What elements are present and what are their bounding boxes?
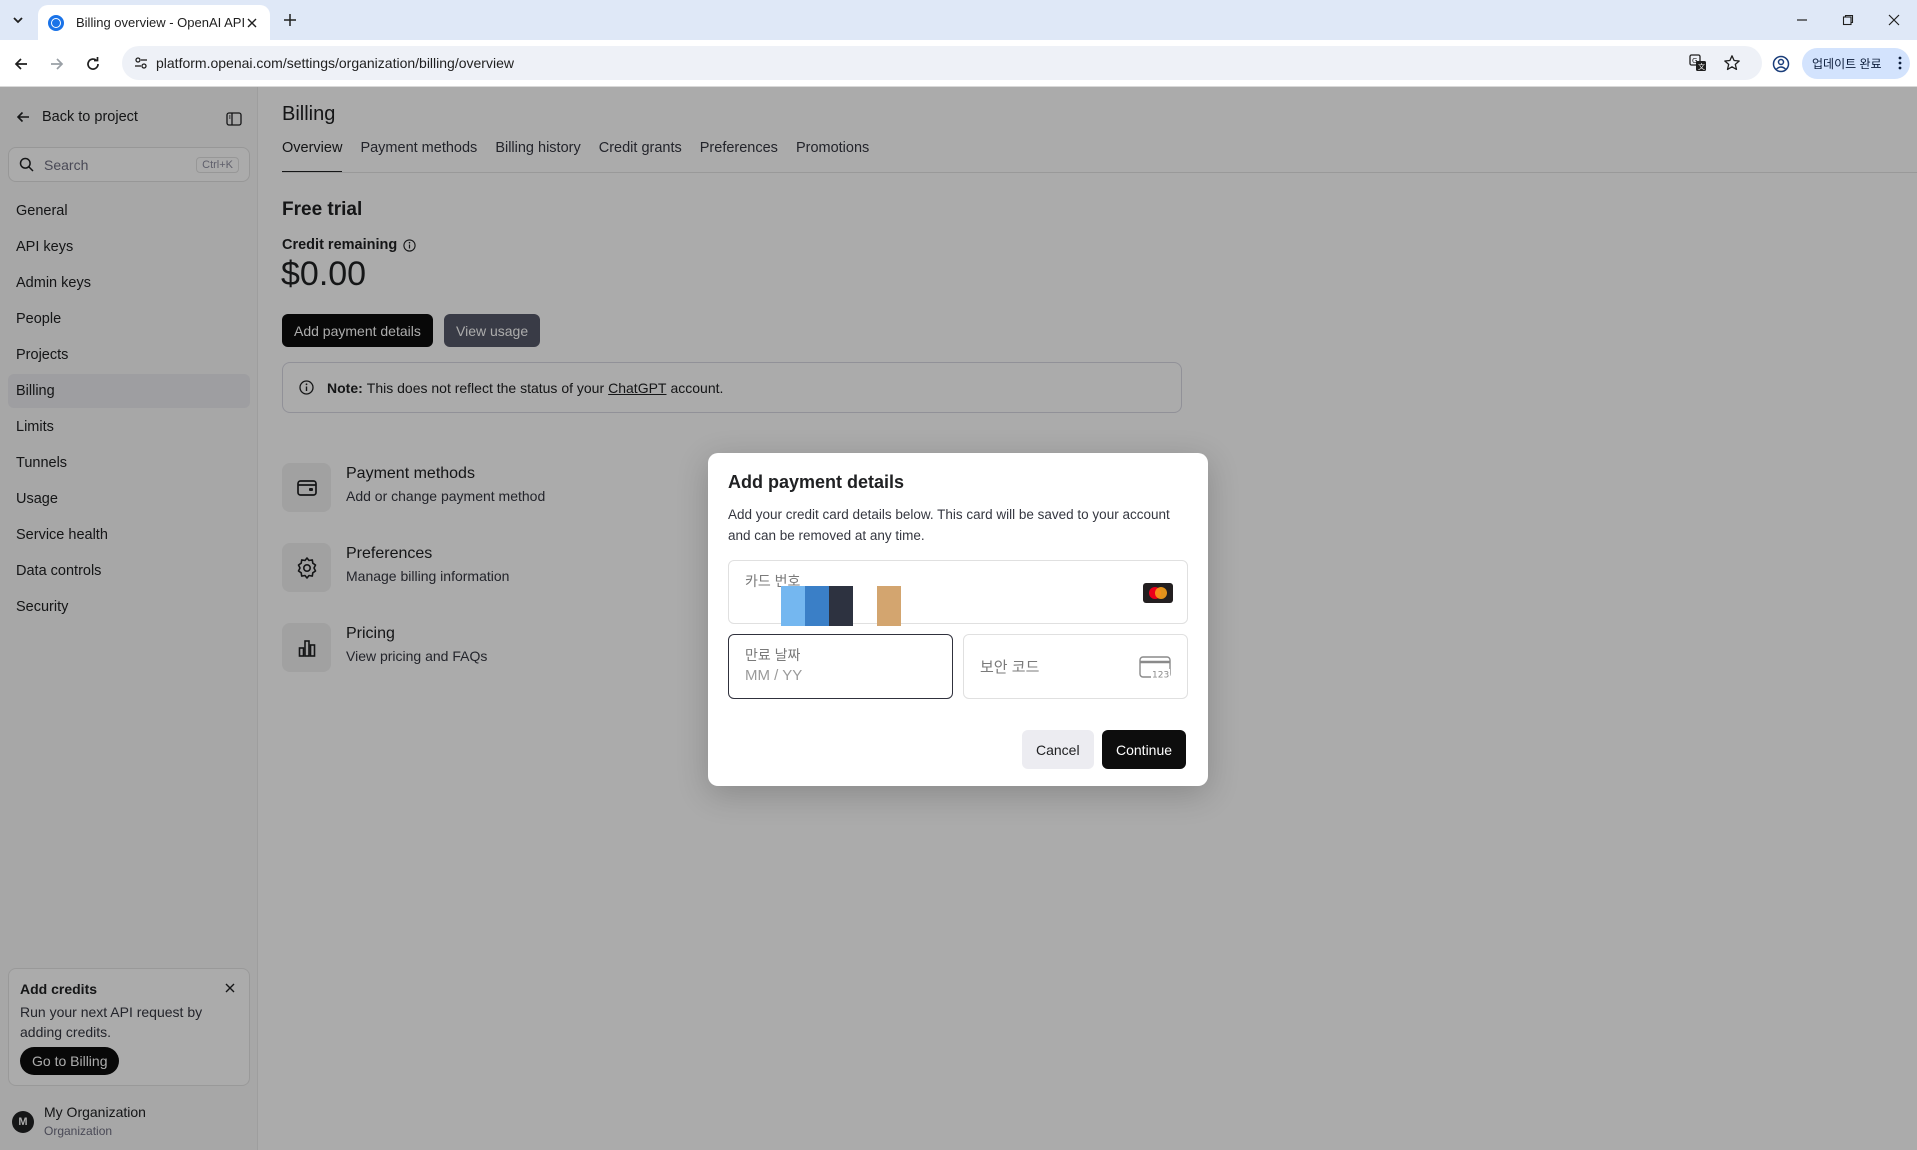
expiry-placeholder: MM / YY [745,667,803,684]
obscured-digit-block [829,586,853,626]
update-button-label: 업데이트 완료 [1812,57,1882,71]
browser-toolbar: platform.openai.com/settings/organizatio… [0,40,1917,87]
browser-tab[interactable]: Billing overview - OpenAI API [38,5,270,40]
add-payment-details-dialog: Add payment details Add your credit card… [708,453,1208,786]
obscured-digit-block [877,586,901,626]
window-restore-icon[interactable] [1838,10,1858,30]
tab-close-icon[interactable] [244,15,260,31]
card-number-field[interactable]: 카드 번호 [728,560,1188,626]
more-vertical-icon [1898,56,1902,73]
expiry-date-field[interactable]: 만료 날짜 MM / YY [728,634,953,699]
obscured-digit-block [805,586,829,626]
expiry-label: 만료 날짜 [745,647,801,663]
new-tab-plus-icon[interactable] [280,10,300,30]
openai-favicon-icon [48,14,64,31]
continue-button[interactable]: Continue [1102,730,1187,769]
bookmark-star-icon[interactable] [1722,53,1742,73]
browser-update-button[interactable]: 업데이트 완료 [1802,48,1910,79]
browser-tab-title: Billing overview - OpenAI API [76,15,244,30]
cvc-card-icon: 123 [1139,656,1171,684]
security-code-label: 보안 코드 [980,659,1040,676]
cvc-icon-text: 123 [1152,671,1169,681]
site-settings-icon[interactable] [132,54,150,72]
window-minimize-icon[interactable] [1792,10,1812,30]
cancel-button[interactable]: Cancel [1022,730,1094,769]
svg-text:文: 文 [1698,62,1705,71]
address-url: platform.openai.com/settings/organizatio… [156,55,514,71]
browser-tab-bar: Billing overview - OpenAI API [0,0,1917,40]
back-arrow-icon[interactable] [10,53,32,75]
forward-arrow-icon[interactable] [46,53,68,75]
reload-icon[interactable] [82,53,104,75]
security-code-field[interactable]: 보안 코드 123 [963,634,1188,699]
window-close-icon[interactable] [1884,10,1904,30]
tab-search-chevron-icon[interactable] [8,10,28,30]
dialog-title: Add payment details [728,472,905,492]
address-bar[interactable]: platform.openai.com/settings/organizatio… [122,46,1762,80]
mastercard-logo-icon [1143,583,1173,603]
obscured-digit-block [781,586,805,626]
profile-avatar-icon[interactable] [1770,53,1792,75]
translate-icon[interactable]: G文 [1688,53,1708,73]
dialog-description: Add your credit card details below. This… [728,507,1170,543]
